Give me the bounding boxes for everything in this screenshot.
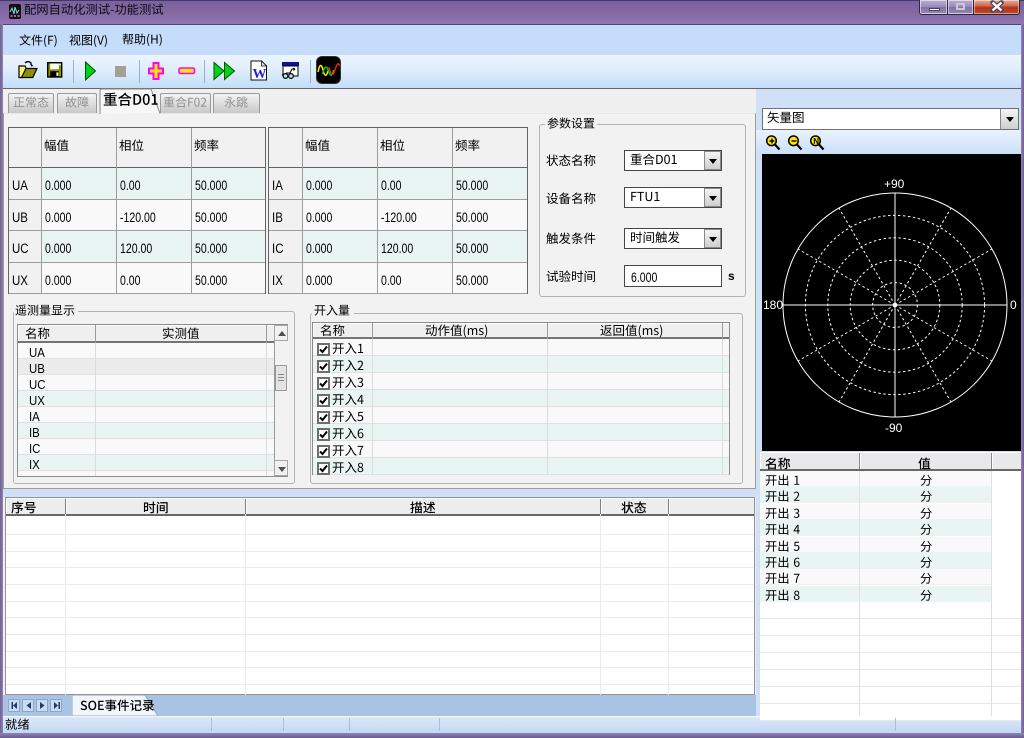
svg-text:180: 180 [763, 298, 783, 312]
svg-text:0: 0 [1010, 298, 1017, 312]
svg-text:-90: -90 [885, 421, 903, 435]
svg-text:N: N [813, 137, 819, 146]
svg-text:+90: +90 [884, 177, 905, 191]
svg-text:W: W [253, 67, 267, 81]
